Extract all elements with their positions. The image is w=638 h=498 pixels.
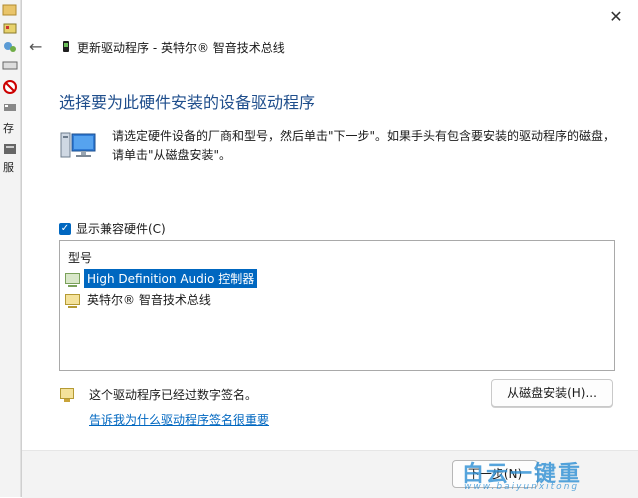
dialog-footer: 下一步(N) 白云一键重 www.baiyunxitong [22,450,638,498]
device-driver-icon [63,41,69,52]
folder-icon [2,4,17,16]
watermark-sub-text: www.baiyunxitong [464,482,580,492]
compat-checkbox-label: 显示兼容硬件(C) [76,222,166,236]
list-item[interactable]: High Definition Audio 控制器 [65,268,258,288]
dialog-title: 更新驱动程序 - 英特尔® 智音技术总线 [77,41,285,55]
computer-icon [60,132,96,158]
arrow-left-icon: ← [29,37,43,56]
close-button[interactable]: ✕ [607,8,625,26]
list-item-label: High Definition Audio 控制器 [84,268,258,288]
service-icon [4,144,16,154]
blocked-icon [3,80,17,94]
signed-status-text: 这个驱动程序已经过数字签名。 [89,388,258,402]
close-icon: ✕ [609,7,623,26]
update-driver-dialog: ✕ ← 更新驱动程序 - 英特尔® 智音技术总线 选择要为此硬件安装的设备驱动程… [21,0,638,498]
device-icon [3,23,17,34]
driver-icon [65,293,80,308]
list-header-model: 型号 [68,251,93,265]
list-item[interactable]: 英特尔® 智音技术总线 [65,290,214,308]
compat-checkbox[interactable]: ✓ [59,222,71,235]
background-window-strip: 存 服 [0,0,21,497]
page-heading: 选择要为此硬件安装的设备驱动程序 [59,93,316,112]
show-compatible-hardware[interactable]: ✓ 显示兼容硬件(C) [59,220,166,237]
checkmark-icon: ✓ [60,222,70,234]
background-label: 存 [3,122,14,135]
model-listbox[interactable]: 型号 High Definition Audio 控制器 英特尔® 智音技术总线 [59,240,615,371]
background-label: 服 [3,161,14,174]
driver-icon [65,272,80,287]
watermark: 白云一键重 www.baiyunxitong [462,456,592,494]
network-icon [4,42,16,52]
certificate-icon [60,388,74,402]
instruction-text: 请选定硬件设备的厂商和型号，然后单击"下一步"。如果手头有包含要安装的驱动程序的… [112,129,616,162]
list-item-label: 英特尔® 智音技术总线 [87,292,211,307]
storage-icon [4,104,16,111]
keyboard-icon [2,61,18,70]
have-disk-button[interactable]: 从磁盘安装(H)... [491,379,613,407]
driver-signing-link[interactable]: 告诉我为什么驱动程序签名很重要 [89,411,269,428]
back-button[interactable]: ← [29,37,42,56]
